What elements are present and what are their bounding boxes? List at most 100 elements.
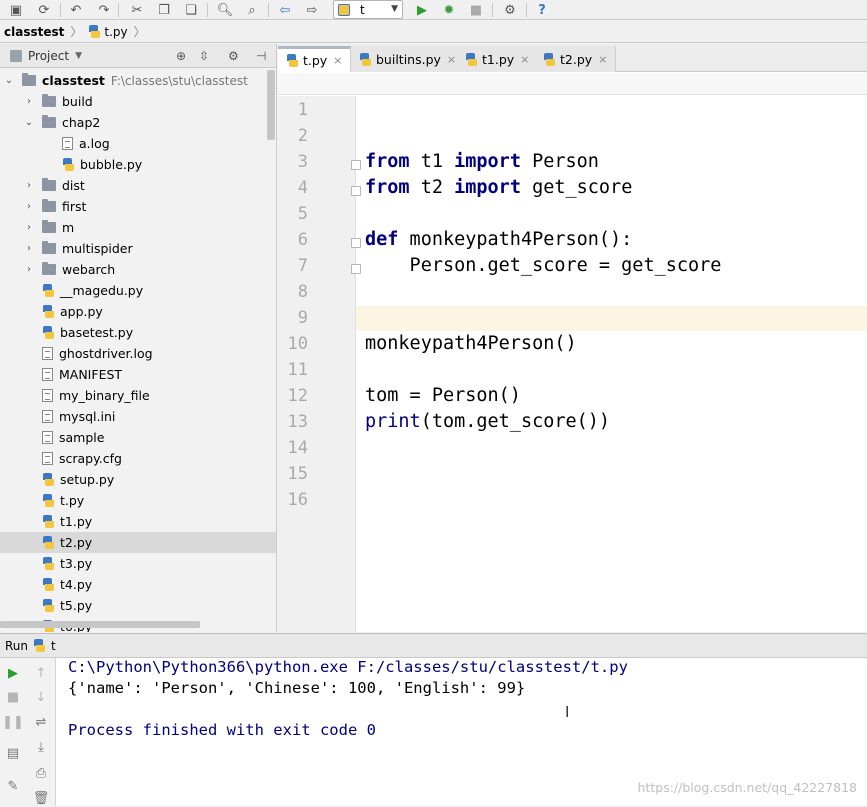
soft-wrap-icon[interactable]: ⇌ [32, 713, 50, 731]
down-arrow-icon[interactable]: ↓ [32, 688, 50, 706]
save-icon[interactable]: ▣ [8, 2, 24, 18]
chevron-down-icon[interactable]: ▼ [75, 51, 82, 61]
help-icon[interactable]: ? [534, 2, 550, 18]
gear-icon[interactable]: ⚙ [228, 49, 239, 63]
tree-item-classtest[interactable]: ⌄classtestF:\classes\stu\classtest [0, 70, 277, 91]
sync-icon[interactable]: ⟳ [36, 2, 52, 18]
close-icon[interactable]: × [447, 53, 456, 66]
tree-item-m[interactable]: ›m [0, 217, 277, 238]
replace-icon[interactable]: ⌕ [244, 2, 260, 18]
undo-icon[interactable]: ↶ [68, 2, 84, 18]
close-icon[interactable]: × [520, 53, 529, 66]
line-number: 6 [278, 230, 308, 250]
redo-icon[interactable]: ↷ [96, 2, 112, 18]
tree-item-mysql-ini[interactable]: mysql.ini [0, 406, 277, 427]
breadcrumb-label: t.py [104, 25, 127, 39]
tree-item-app-py[interactable]: app.py [0, 301, 277, 322]
scroll-to-end-icon[interactable]: ⤓ [32, 738, 50, 756]
tab-t1-py[interactable]: t1.py× [457, 46, 538, 72]
up-arrow-icon[interactable]: ↑ [32, 664, 50, 682]
tree-item-a-log[interactable]: a.log [0, 133, 277, 154]
project-scrollbar-horizontal[interactable] [0, 621, 200, 628]
target-icon[interactable]: ⊕ [176, 49, 186, 63]
fold-marker-icon[interactable] [351, 264, 361, 274]
close-icon[interactable]: × [598, 53, 607, 66]
tree-item-webarch[interactable]: ›webarch [0, 259, 277, 280]
tree-item-t4-py[interactable]: t4.py [0, 574, 277, 595]
stop-icon[interactable]: ■ [468, 2, 484, 18]
pin-icon[interactable]: ✎ [4, 777, 22, 795]
tree-item-t3-py[interactable]: t3.py [0, 553, 277, 574]
project-panel-title[interactable]: Project [28, 49, 69, 63]
tree-item-basetest-py[interactable]: basetest.py [0, 322, 277, 343]
chevron-down-icon[interactable]: ⌄ [4, 75, 14, 86]
tree-item-first[interactable]: ›first [0, 196, 277, 217]
tree-item-scrapy-cfg[interactable]: scrapy.cfg [0, 448, 277, 469]
back-icon[interactable]: ⇦ [277, 2, 293, 18]
fold-marker-icon[interactable] [351, 186, 361, 196]
tree-item-label: chap2 [62, 115, 100, 130]
layout-icon[interactable]: ▤ [4, 744, 22, 762]
pause-icon[interactable]: ❚❚ [4, 713, 22, 731]
copy-icon[interactable]: ❐ [156, 2, 172, 18]
tree-item-t-py[interactable]: t.py [0, 490, 277, 511]
close-icon[interactable]: × [333, 54, 342, 67]
tree-item-t1-py[interactable]: t1.py [0, 511, 277, 532]
print-icon[interactable]: ⎙ [32, 764, 50, 782]
tab-t-py[interactable]: t.py× [278, 46, 351, 72]
project-panel: Project ▼ ⊕ ⇳ ⚙ ⊣ ⌄classtestF:\classes\s… [0, 44, 277, 632]
trash-icon[interactable]: 🗑︎ [32, 789, 50, 807]
tree-item-t2-py[interactable]: t2.py [0, 532, 277, 553]
python-file-icon [42, 599, 54, 612]
folder-icon [22, 75, 36, 86]
folder-icon [42, 201, 56, 212]
project-scrollbar-vertical[interactable] [267, 70, 275, 140]
chevron-right-icon[interactable]: › [24, 201, 34, 212]
settings-icon[interactable]: ⚙ [502, 2, 518, 18]
chevron-right-icon[interactable]: › [24, 222, 34, 233]
find-icon[interactable]: 🔍︎ [217, 2, 233, 18]
breadcrumb-file[interactable]: t.py [88, 25, 127, 39]
chevron-right-icon[interactable]: › [24, 96, 34, 107]
chevron-down-icon[interactable]: ⌄ [24, 117, 34, 128]
cut-icon[interactable]: ✂ [129, 2, 145, 18]
tree-item-t5-py[interactable]: t5.py [0, 595, 277, 616]
tab-t2-py[interactable]: t2.py× [535, 46, 616, 72]
python-file-icon [42, 515, 54, 528]
fold-marker-icon[interactable] [351, 238, 361, 248]
stop-icon[interactable]: ■ [4, 688, 22, 706]
tree-item-label: t3.py [60, 556, 92, 571]
tree-item-multispider[interactable]: ›multispider [0, 238, 277, 259]
run-tab-label[interactable]: t [51, 639, 56, 653]
tree-item-setup-py[interactable]: setup.py [0, 469, 277, 490]
tree-item-label: classtest [42, 73, 105, 88]
rerun-icon[interactable]: ▶ [4, 664, 22, 682]
breadcrumb-separator-icon: 〉 [134, 23, 146, 40]
fold-marker-icon[interactable] [351, 160, 361, 170]
forward-icon[interactable]: ⇨ [304, 2, 320, 18]
tree-item-build[interactable]: ›build [0, 91, 277, 112]
debug-icon[interactable]: ✹ [441, 2, 457, 18]
tree-item-manifest[interactable]: MANIFEST [0, 364, 277, 385]
tree-item-chap2[interactable]: ⌄ chap2 [0, 112, 277, 133]
hide-icon[interactable]: ⊣ [256, 49, 266, 63]
tree-item-my-binary-file[interactable]: my_binary_file [0, 385, 277, 406]
breadcrumb-root[interactable]: classtest [4, 25, 64, 39]
tree-item-bubble-py[interactable]: bubble.py [0, 154, 277, 175]
paste-icon[interactable]: ❏ [183, 2, 199, 18]
line-number: 2 [278, 126, 308, 146]
collapse-icon[interactable]: ⇳ [199, 49, 209, 63]
tree-item-ghostdriver-log[interactable]: ghostdriver.log [0, 343, 277, 364]
tab-builtins-py[interactable]: builtins.py× [351, 46, 465, 72]
chevron-right-icon[interactable]: › [24, 264, 34, 275]
tree-item-magedu-py[interactable]: __magedu.py [0, 280, 277, 301]
run-icon[interactable]: ▶ [414, 2, 430, 18]
tree-item-label: t.py [60, 493, 84, 508]
tree-item-dist[interactable]: ›dist [0, 175, 277, 196]
text-file-icon [42, 431, 53, 444]
chevron-right-icon[interactable]: › [24, 243, 34, 254]
tree-item-label: basetest.py [60, 325, 133, 340]
run-config-select[interactable]: t ▼ [333, 0, 403, 19]
chevron-right-icon[interactable]: › [24, 180, 34, 191]
tree-item-sample[interactable]: sample [0, 427, 277, 448]
